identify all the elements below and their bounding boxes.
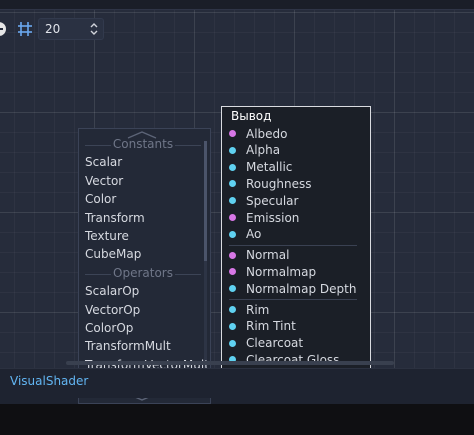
port-group-separator [229,244,357,246]
port-label: Rim Tint [246,319,296,334]
port-label: Albedo [246,126,288,141]
port-rim[interactable]: Rim [229,301,269,318]
port-normal[interactable]: Normal [229,247,289,264]
port-slot-icon[interactable] [229,230,236,238]
menu-item-vectorop[interactable]: VectorOp [85,303,140,317]
port-label: Metallic [246,160,293,175]
port-label: Rim [246,302,270,317]
port-rim-tint[interactable]: Rim Tint [229,318,296,335]
output-node-title: Вывод [231,109,272,123]
port-slot-icon[interactable] [229,306,236,313]
port-slot-icon[interactable] [229,146,236,154]
horizontal-scrollbar[interactable] [66,361,394,365]
output-node[interactable]: Вывод Albedo Alpha Metallic Roughness Specul… [221,106,371,368]
popup-scrollbar-thumb[interactable] [204,141,207,261]
port-slot-icon[interactable] [229,214,236,221]
port-normalmap[interactable]: Normalmap [229,263,316,280]
port-label: Alpha [246,143,281,158]
footer-strip [0,404,474,435]
menu-item-scalar[interactable]: Scalar [85,155,122,169]
snap-grid-glyph [18,22,32,36]
menu-item-vector[interactable]: Vector [85,174,123,188]
spin-arrows-icon[interactable] [89,21,99,37]
port-specular[interactable]: Specular [229,192,298,209]
menu-item-scalarop[interactable]: ScalarOp [85,284,139,298]
menu-item-texture[interactable]: Texture [85,229,129,243]
port-clearcoat-gloss[interactable]: Clearcoat Gloss [229,351,339,368]
top-strip [0,0,474,10]
port-slot-icon[interactable] [229,339,236,347]
menu-section-header: Constants [79,137,207,151]
port-label: Clearcoat [246,336,304,351]
snap-step-spinbox[interactable]: 20 [38,18,104,40]
menu-item-cubemap[interactable]: CubeMap [85,247,141,261]
port-ao[interactable]: Ao [229,226,261,243]
snap-step-value: 20 [45,22,61,36]
port-label: Specular [246,193,299,208]
port-label: Emission [246,210,300,225]
port-slot-icon[interactable] [229,130,236,137]
port-clearcoat[interactable]: Clearcoat [229,335,303,352]
port-label: Ao [246,227,262,242]
port-slot-icon[interactable] [229,180,236,188]
port-group-separator [229,299,357,300]
port-slot-icon[interactable] [229,251,236,259]
port-slot-icon[interactable] [229,322,236,330]
port-albedo[interactable]: Albedo [229,125,288,142]
menu-item-color[interactable]: Color [85,192,116,206]
port-slot-icon[interactable] [229,268,236,276]
menu-item-colorop[interactable]: ColorOp [85,321,133,335]
port-slot-icon[interactable] [229,163,236,171]
menu-item-transform[interactable]: Transform [85,211,145,225]
port-label: Normal [246,248,290,263]
port-normalmap-depth[interactable]: Normalmap Depth [229,280,356,297]
port-label: Normalmap Depth [246,281,357,296]
menu-item-transformmult[interactable]: TransformMult [85,339,171,353]
port-emission[interactable]: Emission [229,209,299,226]
snap-grid-icon[interactable] [16,20,34,38]
visualshader-tab[interactable]: VisualShader [10,374,88,388]
port-metallic[interactable]: Metallic [229,159,292,176]
port-label: Roughness [246,176,312,191]
port-label: Normalmap [246,264,317,279]
port-roughness[interactable]: Roughness [229,175,311,192]
port-slot-icon[interactable] [229,285,236,293]
port-slot-icon[interactable] [229,197,236,205]
port-alpha[interactable]: Alpha [229,142,280,159]
menu-section-header: Operators [79,266,207,280]
